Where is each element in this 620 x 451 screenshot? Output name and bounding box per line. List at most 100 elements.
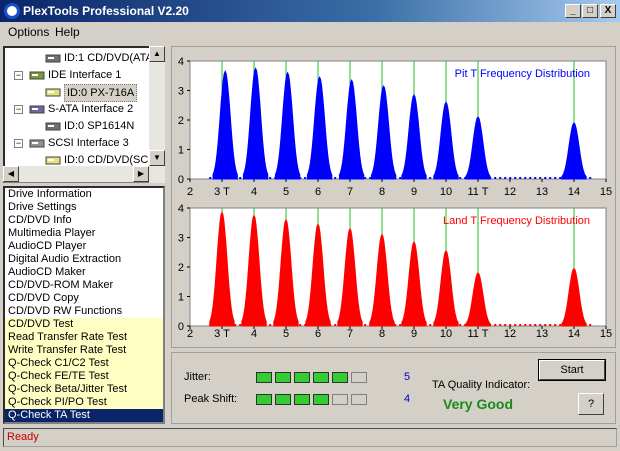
meter-segment — [294, 394, 310, 405]
start-button[interactable]: Start — [538, 359, 606, 381]
tree-item[interactable]: − IDE Interface 1 — [5, 67, 151, 83]
tree-collapse-icon[interactable]: − — [14, 139, 23, 148]
function-list-item[interactable]: Drive Information — [5, 188, 163, 201]
function-list-item[interactable]: Q-Check Beta/Jitter Test — [5, 383, 163, 396]
y-tick-label: 2 — [178, 262, 184, 274]
tree-item[interactable]: ID:1 CD/DVD(ATA — [5, 50, 153, 66]
cd-drive-icon — [45, 86, 61, 98]
sata-interface-icon — [29, 103, 45, 115]
scroll-down-arrow-icon[interactable]: ▼ — [149, 150, 165, 166]
function-list-item[interactable]: Multimedia Player — [5, 227, 163, 240]
drive-icon — [45, 52, 61, 64]
minimize-button[interactable]: _ — [565, 4, 581, 18]
tree-item-label: ID:1 CD/DVD(ATA — [64, 52, 153, 64]
x-tick-label: 15 — [600, 328, 612, 340]
function-list-item[interactable]: Write Transfer Rate Test — [5, 344, 163, 357]
meter-segment — [256, 372, 272, 383]
x-tick-label: 7 — [347, 328, 353, 340]
menu-help[interactable]: Help — [55, 25, 80, 39]
meter-segment — [256, 394, 272, 405]
meter-segment — [351, 394, 367, 405]
x-tick-label: 12 — [504, 328, 516, 340]
y-tick-label: 4 — [178, 56, 184, 68]
function-list-item[interactable]: CD/DVD RW Functions — [5, 305, 163, 318]
device-tree[interactable]: ID:1 CD/DVD(ATA − IDE Interface 1 ID:0 PX-7… — [3, 46, 165, 183]
chart-title: Land T Frequency Distribution — [443, 215, 590, 227]
y-tick-label: 1 — [178, 292, 184, 304]
x-tick-label: 8 — [379, 328, 385, 340]
x-tick-label: 13 — [536, 186, 548, 198]
function-list-item[interactable]: Read Transfer Rate Test — [5, 331, 163, 344]
jitter-value: 5 — [404, 371, 411, 383]
function-list[interactable]: Drive Information Drive Settings CD/DVD In… — [3, 186, 165, 424]
meter-segment — [313, 372, 329, 383]
function-list-item[interactable]: Q-Check TA Test — [5, 409, 163, 422]
tree-item[interactable]: ID:0 SP1614N — [5, 118, 151, 134]
function-list-item[interactable]: CD/DVD-ROM Maker — [5, 279, 163, 292]
tree-item[interactable]: ID:0 PX-716A — [5, 84, 151, 102]
tree-item-label: IDE Interface 1 — [48, 69, 122, 81]
x-tick-label: 5 — [283, 186, 289, 198]
function-list-item[interactable]: CD/DVD Info — [5, 214, 163, 227]
tree-collapse-icon[interactable]: − — [14, 71, 23, 80]
status-bar: Ready — [3, 428, 617, 447]
function-list-item[interactable]: AudioCD Player — [5, 240, 163, 253]
function-list-item[interactable]: Drive Settings — [5, 201, 163, 214]
tree-item-label: S-ATA Interface 2 — [48, 103, 134, 115]
function-list-item[interactable]: CD/DVD Test — [5, 318, 163, 331]
tree-item-label: ID:0 SP1614N — [64, 120, 135, 132]
cd-drive-icon — [45, 154, 61, 166]
scsi-interface-icon — [29, 137, 45, 149]
ta-quality-value: Very Good — [443, 396, 514, 412]
scroll-left-arrow-icon[interactable]: ◀ — [3, 166, 19, 182]
x-tick-label: 12 — [504, 186, 516, 198]
function-list-item[interactable]: Digital Audio Extraction — [5, 253, 163, 266]
x-tick-label: 5 — [283, 328, 289, 340]
function-list-item[interactable]: Q-Check PI/PO Test — [5, 396, 163, 409]
x-tick-label: 9 — [411, 328, 417, 340]
x-tick-label: 7 — [347, 186, 353, 198]
x-tick-label: 2 — [187, 328, 193, 340]
function-list-item[interactable]: AudioCD Maker — [5, 266, 163, 279]
hard-drive-icon — [45, 120, 61, 132]
tree-horizontal-scrollbar[interactable]: ◀ ▶ — [3, 166, 153, 182]
x-tick-label: 15 — [600, 186, 612, 198]
app-logo-icon — [4, 3, 20, 19]
x-tick-label: 11 T — [468, 328, 489, 340]
function-list-item[interactable]: Q-Check C1/C2 Test — [5, 357, 163, 370]
y-tick-label: 1 — [178, 145, 184, 157]
x-tick-label: 11 T — [468, 186, 489, 198]
x-tick-label: 4 — [251, 328, 257, 340]
peak-shift-value: 4 — [404, 393, 411, 405]
maximize-button[interactable]: □ — [582, 4, 598, 18]
window-title: PlexTools Professional V2.20 — [23, 4, 189, 18]
help-button[interactable]: ? — [578, 393, 604, 415]
function-list-item[interactable]: Q-Check FE/TE Test — [5, 370, 163, 383]
x-tick-label: 4 — [251, 186, 257, 198]
chart-area: 0123423 T 4 5 6 7 8 9 10 11 T 12 13 14 15 Pit T Frequ… — [171, 46, 616, 348]
tree-collapse-icon[interactable]: − — [14, 105, 23, 114]
tree-item[interactable]: − SCSI Interface 3 — [5, 135, 151, 151]
x-tick-label: 2 — [187, 186, 193, 198]
meter-segment — [332, 394, 348, 405]
jitter-label: Jitter: — [184, 371, 211, 383]
ide-interface-icon — [29, 69, 45, 81]
x-tick-label: 10 — [440, 328, 452, 340]
function-list-item[interactable]: CD/DVD Copy — [5, 292, 163, 305]
menu-options[interactable]: Options — [8, 25, 49, 39]
chart-title: Pit T Frequency Distribution — [455, 68, 590, 80]
x-tick-label: 8 — [379, 186, 385, 198]
scroll-right-arrow-icon[interactable]: ▶ — [133, 166, 149, 182]
x-tick-label: 3 T — [214, 186, 230, 198]
close-button[interactable]: X — [600, 4, 616, 18]
x-tick-label: 10 — [440, 186, 452, 198]
tree-vertical-scrollbar[interactable]: ▲ ▼ — [149, 46, 165, 183]
jitter-meter — [256, 372, 401, 383]
ta-quality-label: TA Quality Indicator: — [432, 379, 531, 391]
peak-shift-meter — [256, 394, 401, 405]
meter-segment — [313, 394, 329, 405]
tree-item[interactable]: − S-ATA Interface 2 — [5, 101, 151, 117]
menu-bar: Options Help — [0, 22, 620, 42]
scroll-up-arrow-icon[interactable]: ▲ — [149, 46, 165, 62]
x-tick-label: 13 — [536, 328, 548, 340]
